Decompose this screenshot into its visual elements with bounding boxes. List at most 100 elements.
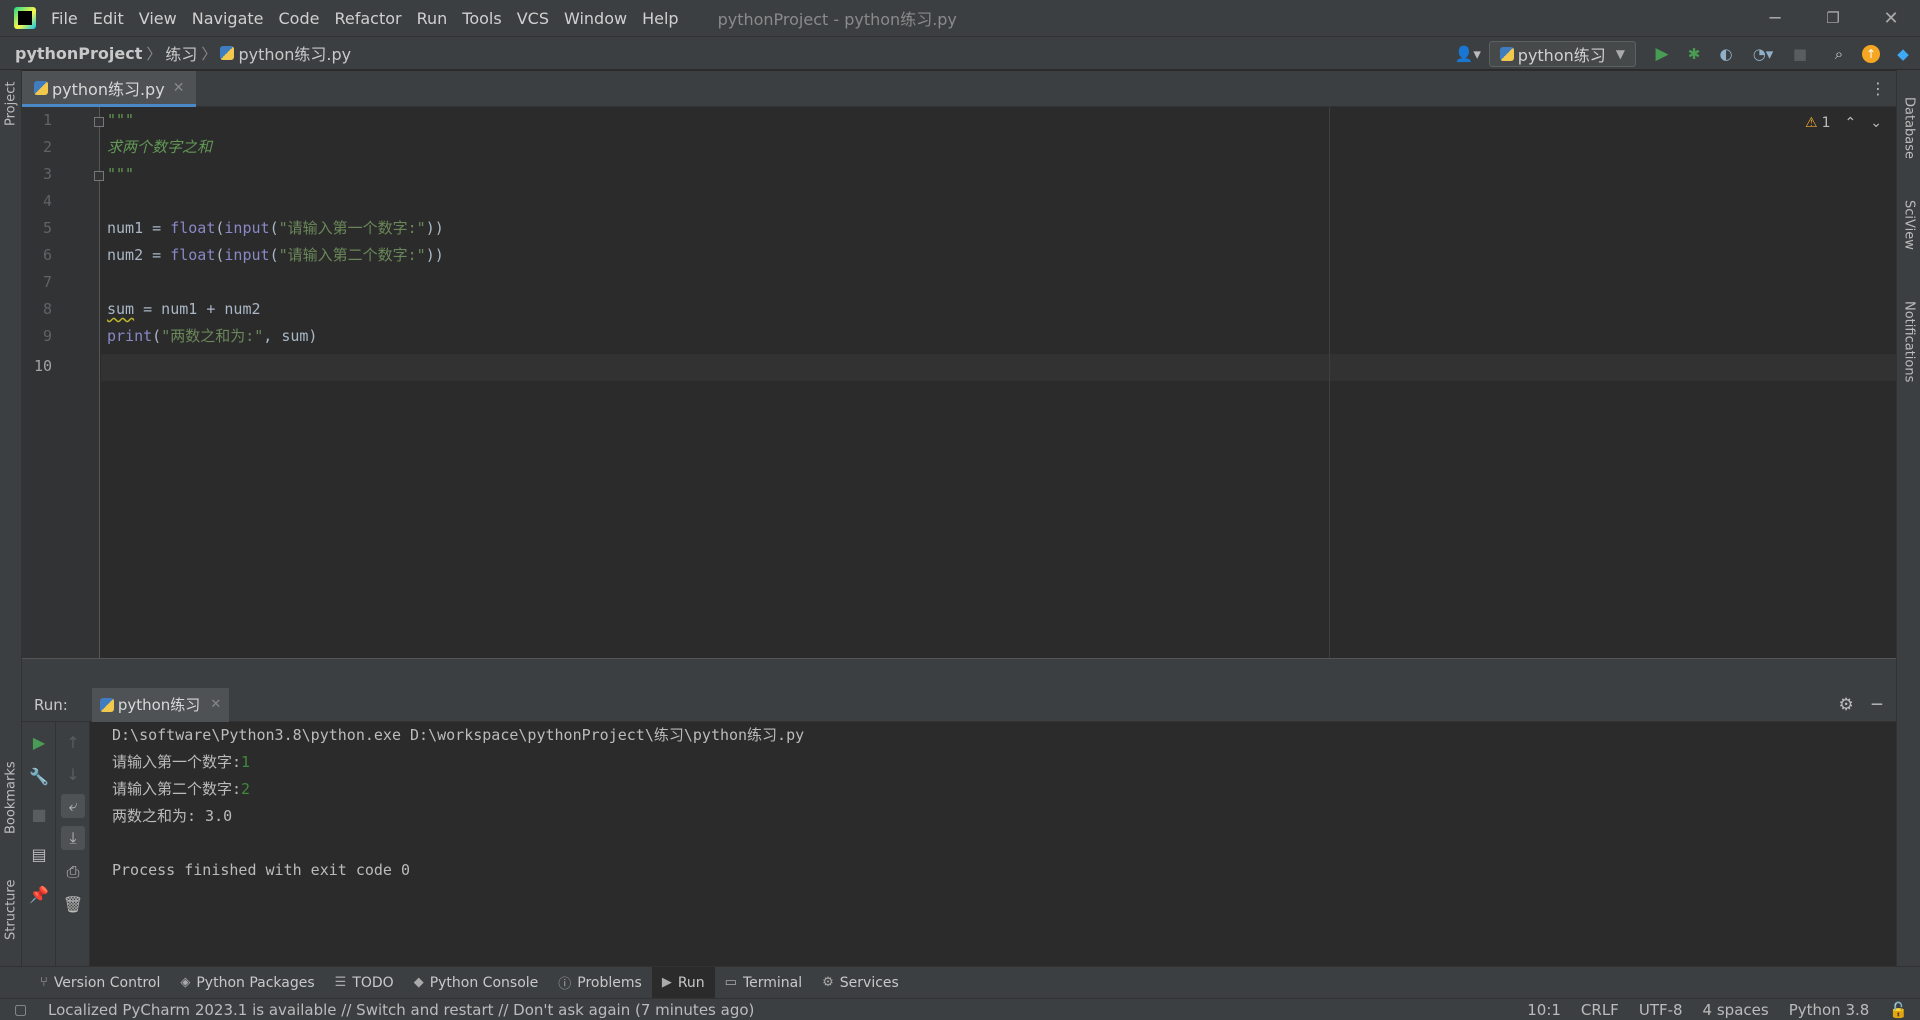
close-tab-icon[interactable]: ✕ bbox=[173, 80, 185, 96]
database-tool-tab[interactable]: Database bbox=[1897, 88, 1920, 168]
breadcrumb-folder[interactable]: 练习 bbox=[165, 41, 197, 65]
tab-services[interactable]: ⚙ Services bbox=[812, 967, 909, 999]
tab-python-console[interactable]: ◆ Python Console bbox=[404, 967, 549, 999]
code-editor[interactable]: 1 2 3 4 5 6 7 8 9 10 """ 求两个数字之和 """ num… bbox=[22, 107, 1896, 658]
services-icon: ⚙ bbox=[822, 975, 834, 990]
bookmarks-tab-label: Bookmarks bbox=[3, 761, 19, 834]
stop-icon[interactable]: ■ bbox=[1787, 41, 1813, 67]
up-arrow-icon[interactable]: ↑ bbox=[61, 730, 85, 754]
python-interpreter[interactable]: Python 3.8 bbox=[1789, 1001, 1870, 1019]
run-configuration-select[interactable]: python练习 ▼ bbox=[1488, 41, 1636, 67]
jetbrains-ai-icon[interactable]: ◆ bbox=[1890, 41, 1916, 67]
line-number: 8 bbox=[42, 300, 52, 318]
menu-window[interactable]: Window bbox=[563, 7, 628, 30]
menu-edit[interactable]: Edit bbox=[92, 7, 125, 30]
menu-vcs[interactable]: VCS bbox=[516, 7, 550, 30]
pin-tab-icon[interactable]: 📌 bbox=[27, 882, 51, 906]
account-icon[interactable]: 👤▾ bbox=[1450, 41, 1486, 67]
editor-tab-python-file[interactable]: python练习.py ✕ bbox=[22, 71, 197, 107]
minimize-button[interactable]: ─ bbox=[1746, 0, 1804, 36]
menu-tools[interactable]: Tools bbox=[461, 7, 502, 30]
notifications-tool-tab[interactable]: Notifications bbox=[1897, 292, 1920, 392]
rerun-icon[interactable]: ▶ bbox=[27, 730, 51, 754]
menu-run[interactable]: Run bbox=[416, 7, 449, 30]
breadcrumb-separator-icon: 〉 bbox=[146, 44, 162, 63]
sciview-tool-tab[interactable]: SciView bbox=[1897, 190, 1920, 260]
line-number: 4 bbox=[42, 192, 52, 210]
update-icon[interactable]: ↑ bbox=[1858, 41, 1884, 67]
inspection-widget[interactable]: ⚠ 1 ⌃ ⌄ bbox=[1805, 115, 1882, 131]
menu-refactor[interactable]: Refactor bbox=[333, 7, 402, 30]
trash-icon[interactable]: 🗑 bbox=[61, 892, 85, 916]
tab-terminal[interactable]: ▭ Terminal bbox=[715, 967, 812, 999]
notifications-tab-label: Notifications bbox=[1901, 301, 1917, 383]
stop-icon[interactable]: ■ bbox=[27, 802, 51, 826]
profile-icon[interactable]: ◔▾ bbox=[1745, 41, 1781, 67]
next-problem-icon[interactable]: ⌄ bbox=[1870, 115, 1882, 131]
tab-run[interactable]: ▶ Run bbox=[651, 966, 715, 999]
tab-version-control[interactable]: ⑂ Version Control bbox=[30, 967, 170, 999]
fold-marker-icon[interactable] bbox=[94, 171, 104, 181]
tab-python-packages[interactable]: ◈ Python Packages bbox=[170, 967, 324, 999]
run-icon: ▶ bbox=[661, 975, 672, 990]
code-line-1: """ bbox=[107, 111, 135, 129]
indentation[interactable]: 4 spaces bbox=[1703, 1001, 1769, 1019]
branch-icon: ⑂ bbox=[40, 975, 48, 990]
breadcrumb-file[interactable]: python练习.py bbox=[238, 41, 351, 65]
code-line-6: num2 = float(input("请输入第二个数字:")) bbox=[107, 246, 444, 264]
debug-icon[interactable]: ✱ bbox=[1681, 41, 1707, 67]
print-icon[interactable]: ⎙ bbox=[61, 860, 85, 884]
hide-panel-icon[interactable]: ─ bbox=[1872, 695, 1882, 715]
close-window-button[interactable]: ✕ bbox=[1862, 0, 1920, 36]
close-tab-icon[interactable]: ✕ bbox=[210, 697, 221, 712]
settings-gear-icon[interactable]: ⚙ bbox=[1839, 695, 1854, 715]
previous-problem-icon[interactable]: ⌃ bbox=[1845, 115, 1857, 131]
menu-view[interactable]: View bbox=[138, 7, 178, 30]
window-title: pythonProject - python练习.py bbox=[717, 10, 957, 29]
code-line-3: """ bbox=[107, 165, 135, 183]
tab-todo[interactable]: ☰ TODO bbox=[325, 967, 404, 999]
project-tab-label: Project bbox=[3, 81, 19, 127]
search-icon[interactable]: ⌕ bbox=[1826, 41, 1852, 67]
layout-icon[interactable]: ▤ bbox=[27, 842, 51, 866]
panel-splitter[interactable] bbox=[22, 658, 1896, 688]
menu-code[interactable]: Code bbox=[278, 7, 321, 30]
more-options-icon[interactable]: ⋮ bbox=[1870, 79, 1886, 98]
menu-file[interactable]: File bbox=[50, 7, 79, 30]
project-tool-tab[interactable]: Project bbox=[0, 76, 22, 132]
terminal-icon: ▭ bbox=[724, 975, 737, 990]
warning-count: 1 bbox=[1821, 115, 1831, 131]
run-panel-header: Run: python练习 ✕ ⚙ ─ bbox=[22, 687, 1896, 722]
down-arrow-icon[interactable]: ↓ bbox=[61, 762, 85, 786]
menu-help[interactable]: Help bbox=[641, 7, 679, 30]
editor-tab-label: python练习.py bbox=[52, 79, 165, 99]
status-widgets: 10:1 CRLF UTF-8 4 spaces Python 3.8 🔓 bbox=[1527, 999, 1908, 1020]
lock-icon[interactable]: 🔓 bbox=[1889, 1001, 1908, 1019]
menu-navigate[interactable]: Navigate bbox=[191, 7, 265, 30]
fold-marker-icon[interactable] bbox=[94, 117, 104, 127]
structure-tool-tab[interactable]: Structure bbox=[0, 870, 22, 950]
bookmarks-tool-tab[interactable]: Bookmarks bbox=[0, 755, 22, 840]
soft-wrap-icon[interactable]: ⤶ bbox=[61, 794, 85, 818]
line-separator[interactable]: CRLF bbox=[1581, 1001, 1619, 1019]
pycharm-logo-icon[interactable] bbox=[14, 7, 36, 29]
current-line-highlight bbox=[101, 354, 1896, 381]
caret-position[interactable]: 10:1 bbox=[1527, 1001, 1561, 1019]
coverage-icon[interactable]: ◐ bbox=[1713, 41, 1739, 67]
line-number: 9 bbox=[42, 327, 52, 345]
scroll-to-end-icon[interactable]: ⤓ bbox=[61, 826, 85, 850]
tab-problems[interactable]: ⓘ Problems bbox=[548, 967, 652, 999]
status-message[interactable]: Localized PyCharm 2023.1 is available //… bbox=[48, 1001, 754, 1019]
file-encoding[interactable]: UTF-8 bbox=[1639, 1001, 1683, 1019]
line-number: 7 bbox=[42, 273, 52, 291]
chevron-down-icon: ▼ bbox=[1615, 47, 1625, 61]
breadcrumb-project[interactable]: pythonProject bbox=[15, 44, 142, 63]
run-tab-python[interactable]: python练习 ✕ bbox=[91, 687, 230, 722]
sciview-tab-label: SciView bbox=[1901, 200, 1917, 250]
run-icon[interactable]: ▶ bbox=[1649, 41, 1675, 67]
edit-config-wrench-icon[interactable]: 🔧 bbox=[27, 764, 51, 788]
restore-button[interactable]: ❐ bbox=[1804, 0, 1862, 36]
toggle-tool-windows-icon[interactable]: ▢ bbox=[14, 1002, 27, 1018]
run-panel: ▶ 🔧 ■ ▤ 📌 ↑ ↓ ⤶ ⤓ ⎙ 🗑 D:\software\Python… bbox=[22, 722, 1896, 966]
info-icon: ⓘ bbox=[558, 977, 572, 992]
